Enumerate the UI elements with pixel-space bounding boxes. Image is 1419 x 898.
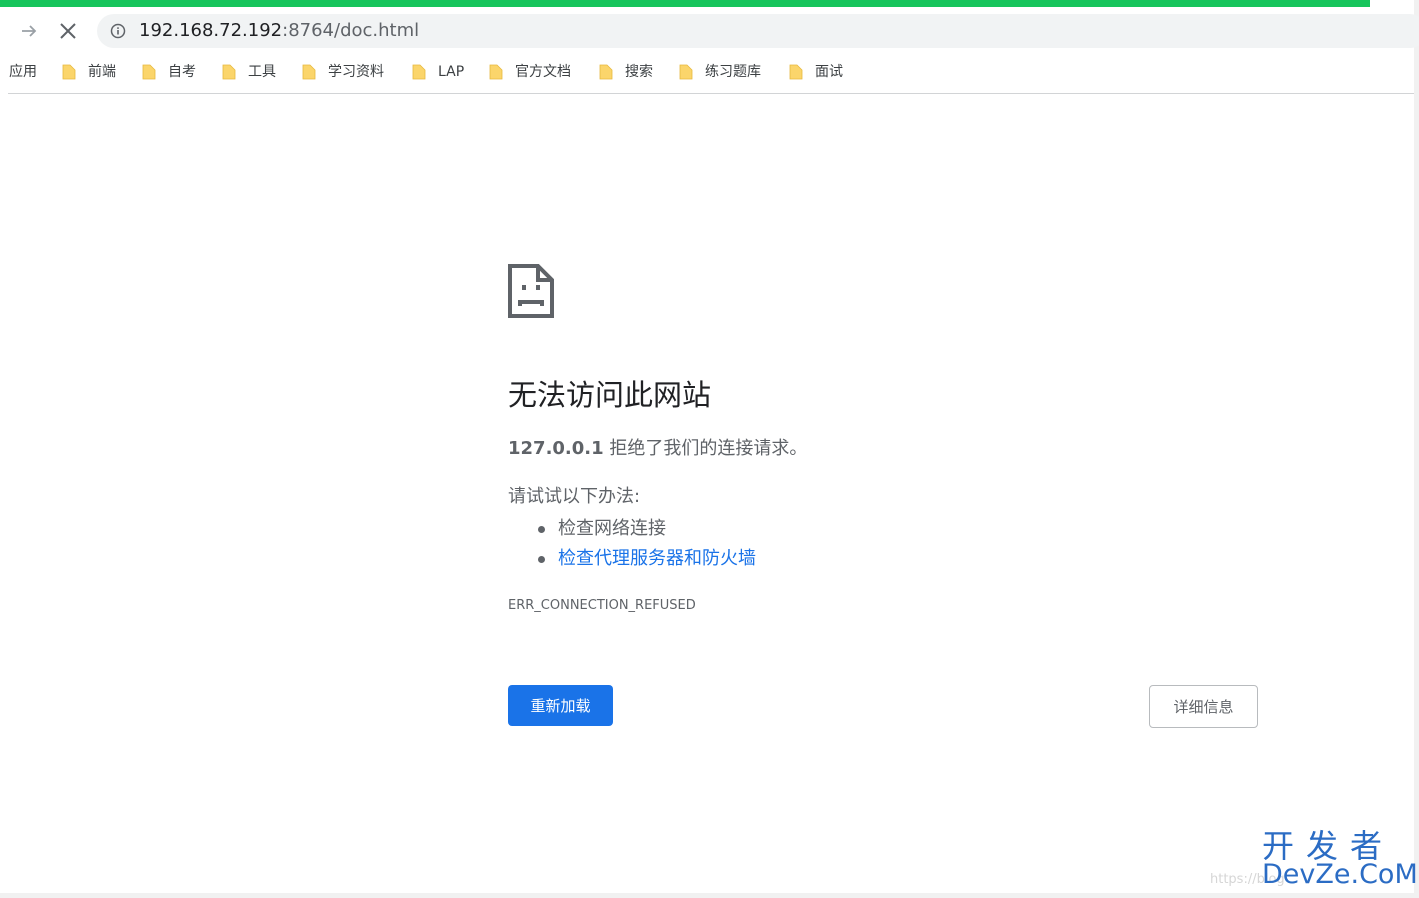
suggestion-check-proxy-link[interactable]: 检查代理服务器和防火墙 xyxy=(508,544,756,574)
browser-window: 192.168.72.192:8764/doc.html 应用 前端 自考 工具… xyxy=(0,0,1419,893)
close-icon xyxy=(60,23,76,39)
bookmark-label: 学习资料 xyxy=(328,64,384,80)
toolbar-divider xyxy=(8,93,1414,94)
bookmark-folder[interactable]: 搜索 xyxy=(599,60,653,84)
folder-icon xyxy=(599,64,613,80)
bookmark-folder[interactable]: LAP xyxy=(412,60,464,84)
error-host: 127.0.0.1 xyxy=(508,438,604,459)
address-bar[interactable]: 192.168.72.192:8764/doc.html xyxy=(97,14,1419,48)
stop-loading-button[interactable] xyxy=(55,18,81,44)
bookmark-label: LAP xyxy=(438,64,465,80)
bookmark-label: 前端 xyxy=(88,64,116,80)
folder-icon xyxy=(222,64,236,80)
suggestions-heading: 请试试以下办法: xyxy=(508,486,641,507)
bookmark-label: 自考 xyxy=(168,64,196,80)
arrow-right-icon xyxy=(22,25,37,37)
bookmark-label: 官方文档 xyxy=(515,64,571,80)
bookmark-folder[interactable]: 学习资料 xyxy=(302,60,384,84)
suggestions-list: 检查网络连接 检查代理服务器和防火墙 xyxy=(508,514,756,574)
error-message: 拒绝了我们的连接请求。 xyxy=(603,438,808,459)
address-url[interactable]: 192.168.72.192:8764/doc.html xyxy=(139,21,419,41)
folder-icon xyxy=(679,64,693,80)
bookmark-folder[interactable]: 面试 xyxy=(789,60,843,84)
reload-button[interactable]: 重新加载 xyxy=(508,685,613,726)
forward-button[interactable] xyxy=(16,18,42,44)
url-path: :8764/doc.html xyxy=(282,20,420,41)
bookmark-folder[interactable]: 工具 xyxy=(222,60,276,84)
watermark: 开发者 https://blog DevZe.CoM xyxy=(1210,826,1418,896)
bookmark-folder[interactable]: 自考 xyxy=(142,60,196,84)
error-code: ERR_CONNECTION_REFUSED xyxy=(508,598,696,613)
bookmark-label: 搜索 xyxy=(625,64,653,80)
bookmarks-bar: 应用 前端 自考 工具 学习资料 LAP 官方文档 搜索 练习题库 面试 xyxy=(0,56,1414,88)
error-description: 127.0.0.1 拒绝了我们的连接请求。 xyxy=(508,437,807,461)
folder-icon xyxy=(62,64,76,80)
bookmark-label: 练习题库 xyxy=(705,64,761,80)
sad-page-icon xyxy=(508,264,554,318)
folder-icon xyxy=(489,64,503,80)
folder-icon xyxy=(789,64,803,80)
details-button[interactable]: 详细信息 xyxy=(1149,685,1258,728)
error-title: 无法访问此网站 xyxy=(508,378,712,412)
bookmark-folder[interactable]: 官方文档 xyxy=(489,60,571,84)
folder-icon xyxy=(412,64,426,80)
folder-icon xyxy=(302,64,316,80)
page-load-progress-bar xyxy=(0,0,1370,7)
watermark-en-text: DevZe.CoM xyxy=(1262,859,1418,890)
folder-icon xyxy=(142,64,156,80)
suggestion-check-network: 检查网络连接 xyxy=(508,514,756,544)
bookmark-label: 面试 xyxy=(815,64,843,80)
bookmark-apps[interactable]: 应用 xyxy=(9,63,37,81)
bookmark-label: 工具 xyxy=(248,64,276,80)
bookmark-folder[interactable]: 前端 xyxy=(62,60,116,84)
url-host: 192.168.72.192 xyxy=(139,20,283,41)
browser-toolbar: 192.168.72.192:8764/doc.html xyxy=(0,8,1419,54)
info-icon[interactable] xyxy=(110,23,126,39)
bookmark-folder[interactable]: 练习题库 xyxy=(679,60,761,84)
